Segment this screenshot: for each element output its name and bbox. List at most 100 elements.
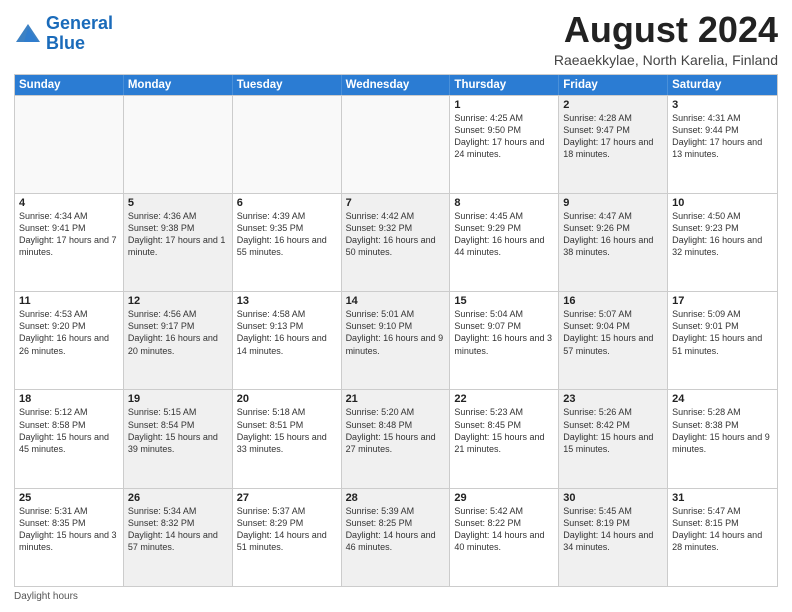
day-number: 15 bbox=[454, 295, 554, 307]
day-info: Sunrise: 4:45 AM Sunset: 9:29 PM Dayligh… bbox=[454, 210, 554, 259]
cal-cell-day-12: 12Sunrise: 4:56 AM Sunset: 9:17 PM Dayli… bbox=[124, 292, 233, 389]
logo: General Blue bbox=[14, 14, 113, 54]
cal-header-cell-sunday: Sunday bbox=[15, 75, 124, 95]
day-number: 24 bbox=[672, 393, 773, 405]
day-info: Sunrise: 5:15 AM Sunset: 8:54 PM Dayligh… bbox=[128, 406, 228, 455]
calendar-body: 1Sunrise: 4:25 AM Sunset: 9:50 PM Daylig… bbox=[15, 95, 777, 586]
day-info: Sunrise: 4:42 AM Sunset: 9:32 PM Dayligh… bbox=[346, 210, 446, 259]
cal-header-cell-friday: Friday bbox=[559, 75, 668, 95]
cal-cell-day-9: 9Sunrise: 4:47 AM Sunset: 9:26 PM Daylig… bbox=[559, 194, 668, 291]
cal-cell-day-10: 10Sunrise: 4:50 AM Sunset: 9:23 PM Dayli… bbox=[668, 194, 777, 291]
day-number: 17 bbox=[672, 295, 773, 307]
day-info: Sunrise: 4:50 AM Sunset: 9:23 PM Dayligh… bbox=[672, 210, 773, 259]
logo-text: General Blue bbox=[46, 14, 113, 54]
footer-note: Daylight hours bbox=[14, 591, 778, 602]
day-info: Sunrise: 4:39 AM Sunset: 9:35 PM Dayligh… bbox=[237, 210, 337, 259]
cal-cell-day-28: 28Sunrise: 5:39 AM Sunset: 8:25 PM Dayli… bbox=[342, 489, 451, 586]
cal-cell-day-14: 14Sunrise: 5:01 AM Sunset: 9:10 PM Dayli… bbox=[342, 292, 451, 389]
day-info: Sunrise: 4:25 AM Sunset: 9:50 PM Dayligh… bbox=[454, 112, 554, 161]
day-number: 16 bbox=[563, 295, 663, 307]
day-number: 11 bbox=[19, 295, 119, 307]
cal-cell-day-20: 20Sunrise: 5:18 AM Sunset: 8:51 PM Dayli… bbox=[233, 390, 342, 487]
day-number: 5 bbox=[128, 197, 228, 209]
cal-cell-day-17: 17Sunrise: 5:09 AM Sunset: 9:01 PM Dayli… bbox=[668, 292, 777, 389]
day-info: Sunrise: 5:47 AM Sunset: 8:15 PM Dayligh… bbox=[672, 505, 773, 554]
cal-cell-day-18: 18Sunrise: 5:12 AM Sunset: 8:58 PM Dayli… bbox=[15, 390, 124, 487]
cal-cell-day-26: 26Sunrise: 5:34 AM Sunset: 8:32 PM Dayli… bbox=[124, 489, 233, 586]
day-info: Sunrise: 4:34 AM Sunset: 9:41 PM Dayligh… bbox=[19, 210, 119, 259]
day-info: Sunrise: 5:07 AM Sunset: 9:04 PM Dayligh… bbox=[563, 308, 663, 357]
day-info: Sunrise: 5:23 AM Sunset: 8:45 PM Dayligh… bbox=[454, 406, 554, 455]
logo-line2: Blue bbox=[46, 33, 85, 53]
day-number: 14 bbox=[346, 295, 446, 307]
day-number: 9 bbox=[563, 197, 663, 209]
main-title: August 2024 bbox=[554, 10, 778, 50]
day-number: 19 bbox=[128, 393, 228, 405]
day-number: 31 bbox=[672, 492, 773, 504]
day-info: Sunrise: 5:39 AM Sunset: 8:25 PM Dayligh… bbox=[346, 505, 446, 554]
day-info: Sunrise: 5:18 AM Sunset: 8:51 PM Dayligh… bbox=[237, 406, 337, 455]
cal-header-cell-monday: Monday bbox=[124, 75, 233, 95]
calendar-header: SundayMondayTuesdayWednesdayThursdayFrid… bbox=[15, 75, 777, 95]
day-info: Sunrise: 5:28 AM Sunset: 8:38 PM Dayligh… bbox=[672, 406, 773, 455]
logo-line1: General bbox=[46, 13, 113, 33]
cal-row-0: 1Sunrise: 4:25 AM Sunset: 9:50 PM Daylig… bbox=[15, 95, 777, 193]
cal-cell-day-13: 13Sunrise: 4:58 AM Sunset: 9:13 PM Dayli… bbox=[233, 292, 342, 389]
cal-header-cell-thursday: Thursday bbox=[450, 75, 559, 95]
day-info: Sunrise: 5:01 AM Sunset: 9:10 PM Dayligh… bbox=[346, 308, 446, 357]
cal-cell-day-15: 15Sunrise: 5:04 AM Sunset: 9:07 PM Dayli… bbox=[450, 292, 559, 389]
day-number: 30 bbox=[563, 492, 663, 504]
cal-cell-empty bbox=[233, 96, 342, 193]
day-number: 23 bbox=[563, 393, 663, 405]
day-info: Sunrise: 5:37 AM Sunset: 8:29 PM Dayligh… bbox=[237, 505, 337, 554]
logo-icon bbox=[14, 20, 42, 48]
calendar: SundayMondayTuesdayWednesdayThursdayFrid… bbox=[14, 74, 778, 587]
cal-cell-day-5: 5Sunrise: 4:36 AM Sunset: 9:38 PM Daylig… bbox=[124, 194, 233, 291]
day-number: 7 bbox=[346, 197, 446, 209]
cal-cell-day-22: 22Sunrise: 5:23 AM Sunset: 8:45 PM Dayli… bbox=[450, 390, 559, 487]
cal-header-cell-tuesday: Tuesday bbox=[233, 75, 342, 95]
cal-cell-day-27: 27Sunrise: 5:37 AM Sunset: 8:29 PM Dayli… bbox=[233, 489, 342, 586]
day-number: 29 bbox=[454, 492, 554, 504]
day-number: 25 bbox=[19, 492, 119, 504]
title-area: August 2024 Raeaekkylae, North Karelia, … bbox=[554, 10, 778, 68]
day-number: 2 bbox=[563, 99, 663, 111]
day-info: Sunrise: 5:42 AM Sunset: 8:22 PM Dayligh… bbox=[454, 505, 554, 554]
cal-header-cell-wednesday: Wednesday bbox=[342, 75, 451, 95]
cal-cell-day-4: 4Sunrise: 4:34 AM Sunset: 9:41 PM Daylig… bbox=[15, 194, 124, 291]
cal-cell-day-6: 6Sunrise: 4:39 AM Sunset: 9:35 PM Daylig… bbox=[233, 194, 342, 291]
day-info: Sunrise: 5:09 AM Sunset: 9:01 PM Dayligh… bbox=[672, 308, 773, 357]
day-info: Sunrise: 4:47 AM Sunset: 9:26 PM Dayligh… bbox=[563, 210, 663, 259]
cal-header-cell-saturday: Saturday bbox=[668, 75, 777, 95]
day-number: 4 bbox=[19, 197, 119, 209]
day-info: Sunrise: 5:34 AM Sunset: 8:32 PM Dayligh… bbox=[128, 505, 228, 554]
cal-cell-empty bbox=[15, 96, 124, 193]
day-info: Sunrise: 4:31 AM Sunset: 9:44 PM Dayligh… bbox=[672, 112, 773, 161]
cal-row-3: 18Sunrise: 5:12 AM Sunset: 8:58 PM Dayli… bbox=[15, 389, 777, 487]
cal-cell-day-16: 16Sunrise: 5:07 AM Sunset: 9:04 PM Dayli… bbox=[559, 292, 668, 389]
cal-cell-day-1: 1Sunrise: 4:25 AM Sunset: 9:50 PM Daylig… bbox=[450, 96, 559, 193]
day-number: 21 bbox=[346, 393, 446, 405]
cal-cell-day-2: 2Sunrise: 4:28 AM Sunset: 9:47 PM Daylig… bbox=[559, 96, 668, 193]
day-info: Sunrise: 5:45 AM Sunset: 8:19 PM Dayligh… bbox=[563, 505, 663, 554]
day-number: 28 bbox=[346, 492, 446, 504]
day-info: Sunrise: 5:31 AM Sunset: 8:35 PM Dayligh… bbox=[19, 505, 119, 554]
day-number: 13 bbox=[237, 295, 337, 307]
day-info: Sunrise: 5:26 AM Sunset: 8:42 PM Dayligh… bbox=[563, 406, 663, 455]
cal-row-2: 11Sunrise: 4:53 AM Sunset: 9:20 PM Dayli… bbox=[15, 291, 777, 389]
cal-cell-day-23: 23Sunrise: 5:26 AM Sunset: 8:42 PM Dayli… bbox=[559, 390, 668, 487]
cal-cell-day-3: 3Sunrise: 4:31 AM Sunset: 9:44 PM Daylig… bbox=[668, 96, 777, 193]
cal-cell-day-21: 21Sunrise: 5:20 AM Sunset: 8:48 PM Dayli… bbox=[342, 390, 451, 487]
cal-cell-day-29: 29Sunrise: 5:42 AM Sunset: 8:22 PM Dayli… bbox=[450, 489, 559, 586]
day-info: Sunrise: 5:04 AM Sunset: 9:07 PM Dayligh… bbox=[454, 308, 554, 357]
day-number: 20 bbox=[237, 393, 337, 405]
cal-cell-day-19: 19Sunrise: 5:15 AM Sunset: 8:54 PM Dayli… bbox=[124, 390, 233, 487]
day-info: Sunrise: 4:28 AM Sunset: 9:47 PM Dayligh… bbox=[563, 112, 663, 161]
day-info: Sunrise: 4:36 AM Sunset: 9:38 PM Dayligh… bbox=[128, 210, 228, 259]
day-number: 27 bbox=[237, 492, 337, 504]
day-number: 10 bbox=[672, 197, 773, 209]
cal-row-4: 25Sunrise: 5:31 AM Sunset: 8:35 PM Dayli… bbox=[15, 488, 777, 586]
day-number: 3 bbox=[672, 99, 773, 111]
cal-cell-day-8: 8Sunrise: 4:45 AM Sunset: 9:29 PM Daylig… bbox=[450, 194, 559, 291]
cal-cell-day-11: 11Sunrise: 4:53 AM Sunset: 9:20 PM Dayli… bbox=[15, 292, 124, 389]
